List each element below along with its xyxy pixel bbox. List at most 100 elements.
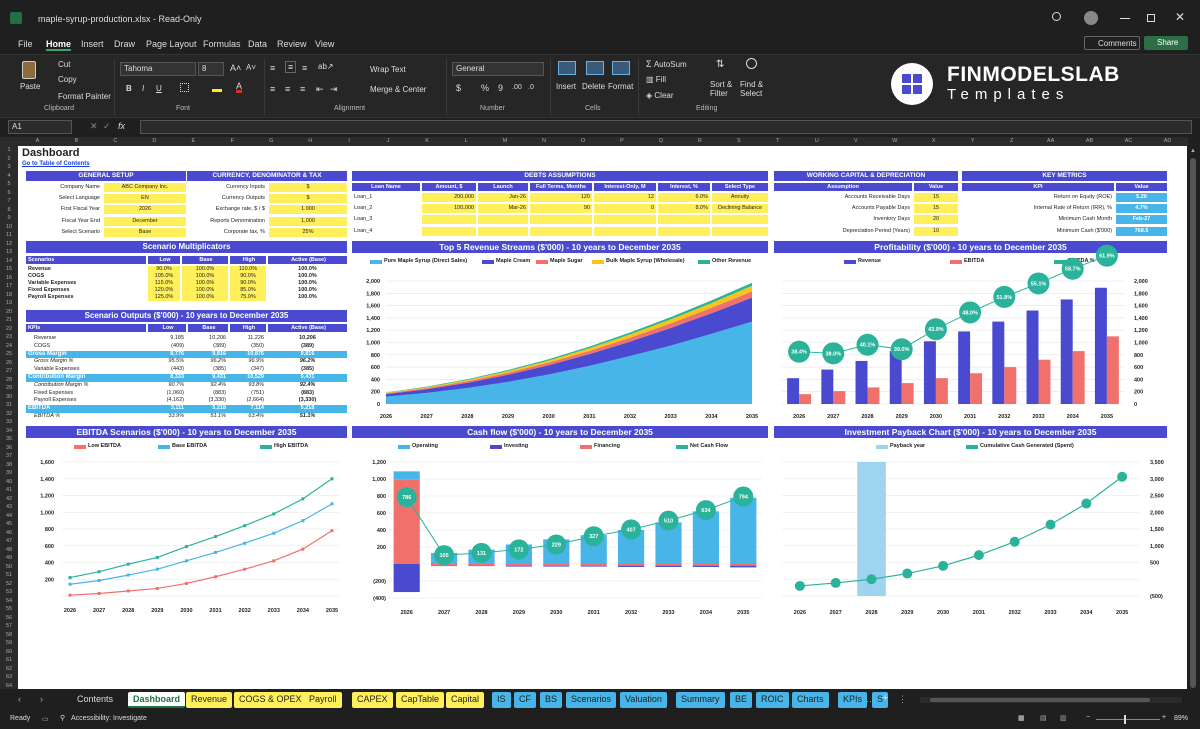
multiplier-value[interactable]: 120.0% [148, 287, 180, 294]
zoom-slider[interactable] [1096, 715, 1160, 724]
column-header[interactable]: H [291, 138, 330, 144]
font-size-dropdown[interactable]: 8 [198, 62, 224, 76]
row-header[interactable]: 9 [0, 214, 18, 223]
clear-button[interactable]: ◈ Clear [646, 91, 674, 100]
format-cells-button[interactable]: Format [608, 82, 633, 91]
italic-icon[interactable]: I [142, 84, 144, 93]
column-header[interactable]: F [213, 138, 252, 144]
autosum-button[interactable]: Σ AutoSum [646, 59, 687, 69]
row-header[interactable]: 32 [0, 410, 18, 419]
row-header[interactable]: 3 [0, 163, 18, 172]
row-header[interactable]: 53 [0, 588, 18, 597]
comma-icon[interactable]: 9 [498, 83, 503, 93]
row-header[interactable]: 11 [0, 231, 18, 240]
column-header[interactable]: AB [1070, 138, 1109, 144]
column-header[interactable]: I [330, 138, 369, 144]
multiplier-value[interactable]: 75.0% [230, 294, 266, 301]
menu-page-layout[interactable]: Page Layout [146, 39, 197, 49]
tab-scenarios[interactable]: Scenarios [566, 692, 617, 708]
loan-value[interactable] [594, 226, 656, 236]
tab-bs[interactable]: BS [540, 692, 563, 708]
loan-value[interactable]: Jan-26 [478, 193, 528, 202]
table-row-value[interactable]: 1,000 [269, 216, 347, 226]
column-header[interactable]: R [680, 138, 719, 144]
search-icon[interactable] [1052, 12, 1061, 21]
row-header[interactable]: 50 [0, 563, 18, 572]
horizontal-scrollbar[interactable] [920, 697, 1182, 703]
loan-value[interactable]: 100,000 [422, 204, 476, 214]
toc-link[interactable]: Go to Table of Contents [22, 161, 90, 167]
scroll-thumb[interactable] [1190, 158, 1196, 688]
enter-icon[interactable]: ✓ [103, 121, 111, 132]
loan-value[interactable] [712, 226, 768, 236]
column-header[interactable]: C [96, 138, 135, 144]
align-top-icon[interactable]: ≡ [270, 63, 275, 73]
insert-function-icon[interactable]: fx [118, 121, 125, 131]
column-header[interactable]: J [369, 138, 408, 144]
increase-decimal-icon[interactable]: .00 [512, 84, 522, 91]
menu-file[interactable]: File [18, 39, 33, 49]
tab-scroll-right-icon[interactable]: › [40, 694, 43, 704]
row-header[interactable]: 58 [0, 631, 18, 640]
tab-capex[interactable]: CAPEX [352, 692, 393, 708]
tab-is[interactable]: IS [492, 692, 511, 708]
column-header[interactable]: O [564, 138, 603, 144]
row-header[interactable]: 55 [0, 605, 18, 614]
multiplier-value[interactable]: 105.0% [148, 273, 180, 280]
loan-value[interactable]: 8.0% [658, 204, 710, 214]
insert-cells-button[interactable]: Insert [556, 82, 576, 91]
currency-icon[interactable]: $ [456, 83, 461, 93]
row-header[interactable]: 39 [0, 469, 18, 478]
row-header[interactable]: 23 [0, 333, 18, 342]
bold-icon[interactable]: B [126, 84, 132, 93]
page-break-view-icon[interactable]: ▥ [1060, 714, 1067, 722]
multiplier-value[interactable]: 100.0% [182, 266, 228, 273]
loan-value[interactable]: 12 [594, 193, 656, 202]
row-header[interactable]: 19 [0, 299, 18, 308]
row-header[interactable]: 6 [0, 189, 18, 198]
row-header[interactable]: 30 [0, 393, 18, 402]
row-header[interactable]: 40 [0, 478, 18, 487]
row-header[interactable]: 59 [0, 639, 18, 648]
column-header[interactable]: Q [641, 138, 680, 144]
column-header[interactable]: G [252, 138, 291, 144]
row-header[interactable]: 52 [0, 580, 18, 589]
row-header[interactable]: 47 [0, 537, 18, 546]
formula-input[interactable] [140, 120, 1192, 134]
font-name-dropdown[interactable]: Tahoma [120, 62, 196, 76]
row-header[interactable]: 61 [0, 656, 18, 665]
row-header[interactable]: 31 [0, 401, 18, 410]
loan-value[interactable] [478, 226, 528, 236]
worksheet[interactable]: Dashboard Go to Table of Contents GENERA… [18, 146, 1187, 689]
zoom-in-icon[interactable]: + [1162, 714, 1166, 721]
row-header[interactable]: 10 [0, 223, 18, 232]
cancel-icon[interactable]: ✕ [90, 121, 98, 132]
delete-cells-icon[interactable] [586, 61, 604, 75]
row-header[interactable]: 1 [0, 146, 18, 155]
row-header[interactable]: 42 [0, 495, 18, 504]
tab-contents[interactable]: Contents [72, 692, 118, 708]
row-header[interactable]: 34 [0, 427, 18, 436]
column-header[interactable]: L [447, 138, 486, 144]
loan-value[interactable] [594, 215, 656, 225]
column-header[interactable]: AD [1148, 138, 1187, 144]
row-header[interactable]: 5 [0, 180, 18, 189]
sort-filter-button[interactable]: Sort & Filter [710, 80, 732, 98]
column-header[interactable]: Z [992, 138, 1031, 144]
loan-value[interactable] [530, 215, 592, 225]
menu-home[interactable]: Home [46, 39, 72, 51]
column-header[interactable]: AC [1109, 138, 1148, 144]
row-header[interactable]: 41 [0, 486, 18, 495]
cut-button[interactable]: Cut [58, 60, 70, 69]
multiplier-value[interactable]: 110.0% [230, 266, 266, 273]
loan-value[interactable]: 90 [530, 204, 592, 214]
number-format-dropdown[interactable]: General [452, 62, 544, 76]
row-header[interactable]: 57 [0, 622, 18, 631]
row-header[interactable]: 22 [0, 325, 18, 334]
row-header[interactable]: 54 [0, 597, 18, 606]
row-header[interactable]: 56 [0, 614, 18, 623]
tab-captable[interactable]: CapTable [396, 692, 445, 708]
menu-view[interactable]: View [315, 39, 334, 49]
loan-value[interactable] [712, 215, 768, 225]
table-row-value[interactable]: 1.000 [269, 205, 347, 215]
